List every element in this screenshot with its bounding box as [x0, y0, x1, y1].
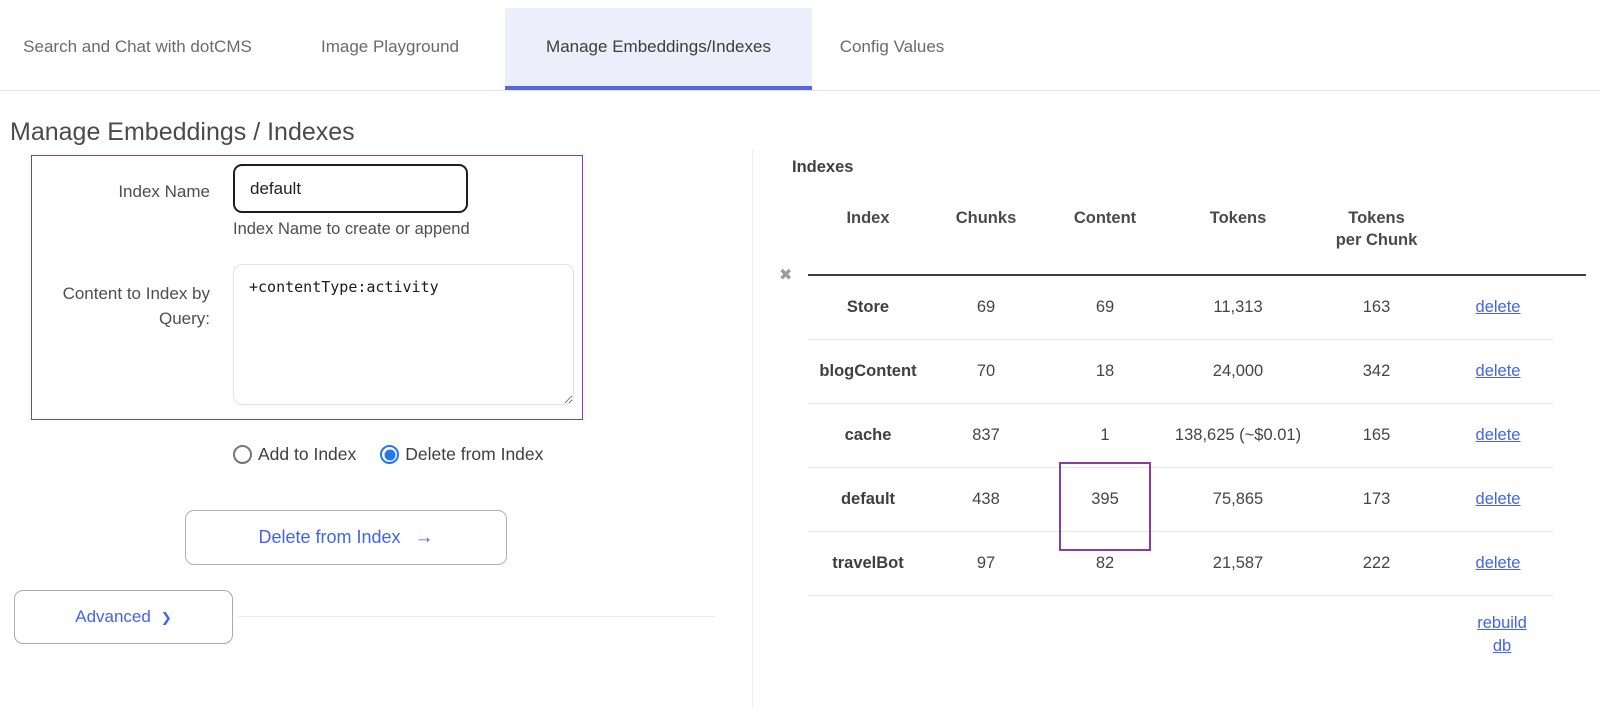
close-icon[interactable]: ✖	[779, 265, 792, 285]
index-name-input[interactable]	[233, 164, 468, 213]
column-header-index: Index	[808, 196, 928, 229]
column-header-chunks: Chunks	[928, 196, 1044, 229]
delete-from-index-button-label: Delete from Index	[258, 527, 400, 548]
chevron-right-icon: ❯	[161, 608, 172, 626]
advanced-button-label: Advanced	[75, 607, 151, 627]
delete-link[interactable]: delete	[1476, 426, 1521, 445]
index-mode-radio-group: Add to Index Delete from Index	[233, 444, 543, 465]
tab-config-values[interactable]: Config Values	[812, 8, 972, 90]
advanced-button[interactable]: Advanced ❯	[14, 590, 233, 644]
tab-image-playground[interactable]: Image Playground	[275, 8, 505, 90]
delete-link[interactable]: delete	[1476, 362, 1521, 381]
delete-link[interactable]: delete	[1476, 554, 1521, 573]
arrow-right-icon: →	[415, 527, 434, 549]
index-name-label: Index Name	[30, 180, 210, 205]
column-header-content: Content	[1044, 196, 1166, 229]
radio-add-to-index-label: Add to Index	[258, 444, 356, 465]
column-header-tokens: Tokens	[1166, 196, 1310, 229]
delete-link[interactable]: delete	[1476, 490, 1521, 509]
column-header-tokens-per-chunk: Tokens per Chunk	[1310, 196, 1443, 252]
tab-bar: Search and Chat with dotCMS Image Playgr…	[0, 0, 1600, 91]
index-name-help-text: Index Name to create or append	[233, 220, 470, 239]
query-label: Content to Index by Query:	[30, 282, 210, 331]
radio-add-to-index[interactable]: Add to Index	[233, 444, 356, 465]
radio-delete-from-index[interactable]: Delete from Index	[380, 444, 543, 465]
radio-circle-icon[interactable]	[380, 445, 399, 464]
indexes-panel-title: Indexes	[792, 158, 853, 177]
table-row: travelBot 97 82 21,587 222 delete	[808, 532, 1553, 596]
page-title: Manage Embeddings / Indexes	[10, 118, 355, 147]
table-row: Store 69 69 11,313 163 delete	[808, 276, 1553, 340]
radio-circle-icon[interactable]	[233, 445, 252, 464]
table-row: cache 837 1 138,625 (~$0.01) 165 delete	[808, 404, 1553, 468]
page: Search and Chat with dotCMS Image Playgr…	[0, 0, 1600, 707]
vertical-divider	[752, 150, 753, 707]
indexes-table: Index Chunks Content Tokens Tokens per C…	[808, 196, 1553, 596]
rebuild-db-link[interactable]: rebuild db	[1472, 612, 1532, 658]
query-textarea[interactable]: +contentType:activity	[233, 264, 574, 405]
radio-delete-from-index-label: Delete from Index	[405, 444, 543, 465]
tab-manage-embeddings-indexes[interactable]: Manage Embeddings/Indexes	[505, 8, 812, 90]
table-header-row: Index Chunks Content Tokens Tokens per C…	[808, 196, 1553, 274]
delete-link[interactable]: delete	[1476, 298, 1521, 317]
horizontal-divider	[238, 616, 715, 617]
column-header-actions	[1443, 196, 1553, 207]
table-row: blogContent 70 18 24,000 342 delete	[808, 340, 1553, 404]
delete-from-index-button[interactable]: Delete from Index →	[185, 510, 507, 565]
tab-search-and-chat[interactable]: Search and Chat with dotCMS	[0, 8, 275, 90]
table-row: default 438 395 75,865 173 delete	[808, 468, 1553, 532]
